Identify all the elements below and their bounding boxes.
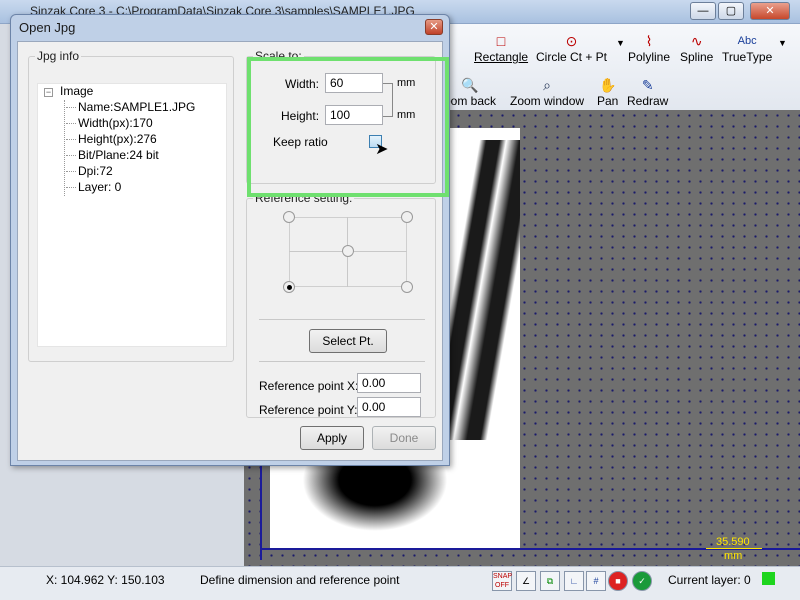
scale-value: 35.590 [716, 536, 750, 548]
zoom-back-tool[interactable]: 🔍 oom back [444, 76, 496, 108]
selected-dot [287, 285, 292, 290]
app-close-button[interactable]: ✕ [750, 2, 790, 20]
current-layer: Current layer: 0 [668, 573, 751, 587]
grid-icon[interactable]: # [586, 571, 606, 591]
reference-x-input[interactable] [357, 373, 421, 393]
truetype-tool[interactable]: Abc TrueType [722, 32, 772, 64]
ref-point-center[interactable] [342, 245, 354, 257]
reference-y-label: Reference point Y: [259, 403, 358, 417]
done-button[interactable]: Done [372, 426, 436, 450]
separator [259, 361, 425, 362]
select-pt-button[interactable]: Select Pt. [309, 329, 387, 353]
truetype-dropdown-icon[interactable]: ▼ [778, 38, 787, 48]
object-snap-icon[interactable]: ⧉ [540, 571, 560, 591]
scale-line [706, 548, 762, 549]
spline-icon: ∿ [690, 33, 703, 49]
reference-setting-group: Reference setting: Select Pt. Reference … [246, 191, 436, 418]
open-jpg-dialog: Open Jpg ✕ Jpg info − Image Name:SAMPLE1… [10, 14, 450, 466]
jpg-info-title: Jpg info [35, 49, 82, 63]
angle-snap-icon[interactable]: ∠ [516, 571, 536, 591]
tree-branch [66, 123, 76, 124]
scale-to-highlight [247, 57, 449, 197]
polyline-icon: ⌇ [645, 33, 653, 49]
cursor-coordinates: X: 104.962 Y: 150.103 [46, 573, 165, 587]
scale-unit: mm [724, 550, 743, 562]
ref-point-top-left[interactable] [283, 211, 295, 223]
apply-button[interactable]: Apply [300, 426, 364, 450]
rectangle-tool[interactable]: □ Rectangle [474, 32, 528, 64]
ok-icon[interactable]: ✓ [632, 571, 652, 591]
tree-branch [66, 155, 76, 156]
scale-bar: 35.590 mm [706, 536, 766, 562]
zoom-back-label: oom back [444, 94, 497, 108]
redraw-icon: ✎ [641, 77, 654, 93]
separator [259, 319, 425, 320]
ortho-icon[interactable]: ∟ [564, 571, 584, 591]
image-hair-stroke [440, 140, 520, 440]
circle-label: Circle Ct + Pt [536, 50, 608, 64]
tree-item-bitplane[interactable]: Bit/Plane:24 bit [78, 148, 159, 162]
redraw-tool[interactable]: ✎ Redraw [627, 76, 668, 108]
minimize-button[interactable]: — [690, 2, 716, 20]
status-message: Define dimension and reference point [200, 573, 400, 587]
dialog-title: Open Jpg [19, 20, 76, 35]
ref-point-bottom-left[interactable] [283, 281, 295, 293]
reference-y-input[interactable] [357, 397, 421, 417]
tree-branch [66, 139, 76, 140]
snap-toggle-button[interactable]: SNAP OFF [492, 571, 512, 591]
statusbar: X: 104.962 Y: 150.103 Define dimension a… [0, 566, 800, 600]
jpg-info-tree: − Image Name:SAMPLE1.JPG Width(px):170 H… [37, 83, 227, 347]
snap-label: SNAP OFF [493, 573, 513, 589]
tree-branch [66, 107, 76, 108]
circle-tool[interactable]: ⊙ Circle Ct + Pt [536, 32, 607, 64]
hand-icon: ✋ [598, 77, 617, 93]
tree-branch [66, 171, 76, 172]
jpg-info-group: Jpg info − Image Name:SAMPLE1.JPG Width(… [28, 49, 234, 362]
polyline-label: Polyline [628, 50, 671, 64]
truetype-label: TrueType [722, 50, 773, 64]
ref-point-top-right[interactable] [401, 211, 413, 223]
redraw-label: Redraw [627, 94, 669, 108]
rectangle-label: Rectangle [474, 50, 529, 64]
truetype-icon: Abc [737, 35, 757, 47]
tree-branch [66, 187, 76, 188]
toolbar: □ Rectangle ⊙ Circle Ct + Pt ▼ ⌇ Polylin… [440, 24, 800, 110]
collapse-icon[interactable]: − [44, 88, 53, 97]
maximize-button[interactable]: ▢ [718, 2, 744, 20]
left-panel [0, 466, 244, 566]
circle-dropdown-icon[interactable]: ▼ [616, 38, 625, 48]
zoom-back-icon: 🔍 [461, 77, 479, 93]
zoom-window-label: Zoom window [510, 94, 585, 108]
spline-tool[interactable]: ∿ Spline [680, 32, 713, 64]
pan-label: Pan [597, 94, 619, 108]
stop-icon[interactable]: ■ [608, 571, 628, 591]
pan-tool[interactable]: ✋ Pan [597, 76, 618, 108]
spline-label: Spline [680, 50, 714, 64]
tree-item-name[interactable]: Name:SAMPLE1.JPG [78, 100, 195, 114]
dialog-close-button[interactable]: ✕ [425, 19, 443, 35]
tree-item-height[interactable]: Height(px):276 [78, 132, 157, 146]
tree-item-dpi[interactable]: Dpi:72 [78, 164, 113, 178]
zoom-window-icon: ⌕ [543, 77, 551, 93]
circle-icon: ⊙ [565, 33, 578, 49]
tree-item-layer[interactable]: Layer: 0 [78, 180, 121, 194]
reference-x-label: Reference point X: [259, 379, 359, 393]
tree-root-image[interactable]: Image [60, 84, 93, 98]
tree-item-width[interactable]: Width(px):170 [78, 116, 153, 130]
ref-point-bottom-right[interactable] [401, 281, 413, 293]
zoom-window-tool[interactable]: ⌕ Zoom window [510, 76, 584, 108]
rectangle-icon: □ [496, 33, 506, 49]
polyline-tool[interactable]: ⌇ Polyline [628, 32, 670, 64]
layer-color-indicator [762, 572, 775, 585]
tree-line [64, 100, 65, 196]
